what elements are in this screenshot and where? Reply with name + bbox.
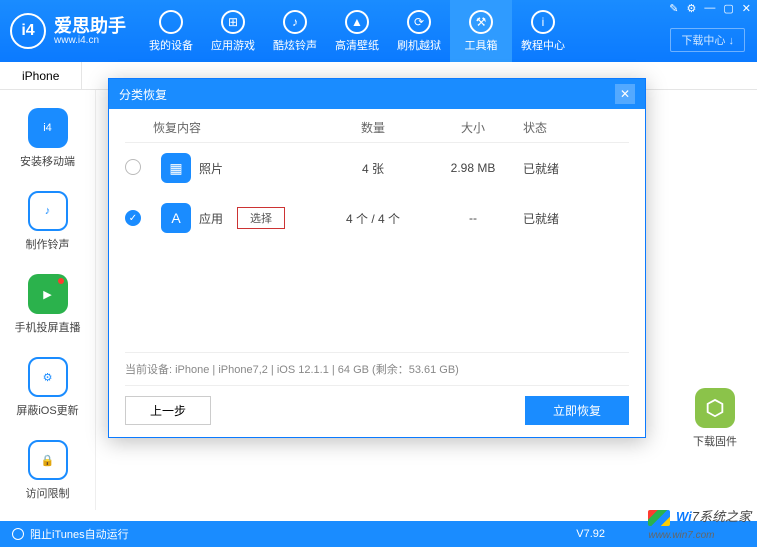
logo-title: 爱思助手 xyxy=(54,17,126,35)
window-controls: ✎ ⚙ — ▢ ✕ xyxy=(669,2,751,15)
nav-label: 教程中心 xyxy=(521,37,565,53)
title-bar: i4 爱思助手 www.i4.cn 我的设备 ⊞ 应用游戏 ♪ 酷炫铃声 ▲ 高清壁纸 ⟳ 刷机… xyxy=(0,0,757,62)
logo-subtitle: www.i4.cn xyxy=(54,35,126,46)
nav-label: 工具箱 xyxy=(465,37,498,53)
logo-icon: i4 xyxy=(10,13,46,49)
sidebar-label: 屏蔽iOS更新 xyxy=(16,402,78,418)
restore-modal: 分类恢复 ✕ 恢复内容 数量 大小 状态 ▦照片4 张2.98 MB已就绪✓A应… xyxy=(108,78,646,438)
col-content: 恢复内容 xyxy=(153,119,313,136)
row-qty: 4 张 xyxy=(313,160,433,177)
watermark: Wi7系统之家 www.win7.com xyxy=(648,506,751,541)
nav-icon: ⊞ xyxy=(221,10,245,34)
select-button[interactable]: 选择 xyxy=(237,207,285,229)
sidebar-item-3[interactable]: ⚙ 屏蔽iOS更新 xyxy=(16,357,78,418)
nav-icon: ▲ xyxy=(345,10,369,34)
label: 下载固件 xyxy=(685,433,745,449)
nav-icon: ⚒ xyxy=(469,10,493,34)
nav-icon: ♪ xyxy=(283,10,307,34)
row-checkbox[interactable] xyxy=(125,159,141,175)
maximize-icon[interactable]: ▢ xyxy=(723,2,733,15)
nav-item-3[interactable]: ▲ 高清壁纸 xyxy=(326,0,388,62)
row-checkbox[interactable]: ✓ xyxy=(125,210,141,226)
row-status: 已就绪 xyxy=(513,210,629,227)
nav-label: 我的设备 xyxy=(149,37,193,53)
settings-icon[interactable]: ⚙ xyxy=(687,2,697,15)
cube-icon xyxy=(695,388,735,428)
nav-label: 应用游戏 xyxy=(211,37,255,53)
nav-item-5[interactable]: ⚒ 工具箱 xyxy=(450,0,512,62)
row-status: 已就绪 xyxy=(513,160,629,177)
sidebar-label: 安装移动端 xyxy=(20,153,75,169)
nav-icon xyxy=(159,10,183,34)
block-itunes-radio[interactable] xyxy=(12,528,24,540)
sidebar-label: 手机投屏直播 xyxy=(15,319,81,335)
nav-icon: ⟳ xyxy=(407,10,431,34)
sidebar-item-1[interactable]: ♪ 制作铃声 xyxy=(26,191,70,252)
col-size: 大小 xyxy=(433,119,513,136)
row-name: 应用 xyxy=(199,210,223,227)
watermark-a: Wi xyxy=(676,509,692,524)
tab-iphone[interactable]: iPhone xyxy=(0,62,82,89)
status-bar: 阻止iTunes自动运行 V7.92 xyxy=(0,521,757,547)
app-logo: i4 爱思助手 www.i4.cn xyxy=(10,13,140,49)
row-size: 2.98 MB xyxy=(433,161,513,175)
sidebar-icon: ♪ xyxy=(28,191,68,231)
table-header: 恢复内容 数量 大小 状态 xyxy=(125,109,629,143)
sidebar-icon: ⚙ xyxy=(28,357,68,397)
nav-item-4[interactable]: ⟳ 刷机越狱 xyxy=(388,0,450,62)
modal-footer: 当前设备: iPhone | iPhone7,2 | iOS 12.1.1 | … xyxy=(109,352,645,425)
left-sidebar: i4 安装移动端 ♪ 制作铃声 ▶ 手机投屏直播 ⚙ 屏蔽iOS更新 🔒 访问限制 xyxy=(0,90,96,510)
watermark-flag-icon xyxy=(648,510,670,526)
nav-label: 高清壁纸 xyxy=(335,37,379,53)
nav-icon: i xyxy=(531,10,555,34)
minimize-icon[interactable]: — xyxy=(704,2,715,15)
watermark-b: 7系统之家 xyxy=(692,509,751,524)
modal-close-button[interactable]: ✕ xyxy=(615,84,635,104)
sidebar-icon: 🔒 xyxy=(28,440,68,480)
sidebar-item-0[interactable]: i4 安装移动端 xyxy=(20,108,75,169)
close-icon[interactable]: ✕ xyxy=(742,2,751,15)
nav-item-2[interactable]: ♪ 酷炫铃声 xyxy=(264,0,326,62)
version-label: V7.92 xyxy=(576,528,605,540)
status-text: 阻止iTunes自动运行 xyxy=(30,526,129,542)
row-size: -- xyxy=(433,211,513,225)
nav-item-6[interactable]: i 教程中心 xyxy=(512,0,574,62)
nav-label: 酷炫铃声 xyxy=(273,37,317,53)
sidebar-label: 访问限制 xyxy=(26,485,70,501)
row-qty: 4 个 / 4 个 xyxy=(313,210,433,227)
modal-header: 分类恢复 ✕ xyxy=(109,79,645,109)
row-icon: ▦ xyxy=(161,153,191,183)
nav-label: 刷机越狱 xyxy=(397,37,441,53)
modal-body: 恢复内容 数量 大小 状态 ▦照片4 张2.98 MB已就绪✓A应用选择4 个 … xyxy=(109,109,645,243)
table-row: ▦ 照片 4 张2.98 MB已就绪 xyxy=(125,143,629,193)
row-name: 照片 xyxy=(199,160,223,177)
nav-item-0[interactable]: 我的设备 xyxy=(140,0,202,62)
col-status: 状态 xyxy=(513,119,629,136)
row-icon: A xyxy=(161,203,191,233)
prev-button[interactable]: 上一步 xyxy=(125,396,211,425)
col-qty: 数量 xyxy=(313,119,433,136)
table-row: ✓ A 应用选择 4 个 / 4 个--已就绪 xyxy=(125,193,629,243)
modal-title: 分类恢复 xyxy=(119,86,167,103)
sidebar-item-2[interactable]: ▶ 手机投屏直播 xyxy=(15,274,81,335)
sidebar-icon: ▶ xyxy=(28,274,68,314)
download-center-button[interactable]: 下载中心 ↓ xyxy=(670,28,745,52)
top-nav: 我的设备 ⊞ 应用游戏 ♪ 酷炫铃声 ▲ 高清壁纸 ⟳ 刷机越狱 ⚒ 工具箱 i 教程中心 xyxy=(140,0,747,62)
sidebar-item-4[interactable]: 🔒 访问限制 xyxy=(26,440,70,501)
sidebar-icon: i4 xyxy=(28,108,68,148)
sidebar-label: 制作铃声 xyxy=(26,236,70,252)
device-info: 当前设备: iPhone | iPhone7,2 | iOS 12.1.1 | … xyxy=(125,352,629,386)
sidebar-item-download-firmware[interactable]: 下载固件 xyxy=(685,388,745,449)
feedback-icon[interactable]: ✎ xyxy=(669,2,678,15)
restore-button[interactable]: 立即恢复 xyxy=(525,396,629,425)
nav-item-1[interactable]: ⊞ 应用游戏 xyxy=(202,0,264,62)
watermark-sub: www.win7.com xyxy=(648,530,714,541)
